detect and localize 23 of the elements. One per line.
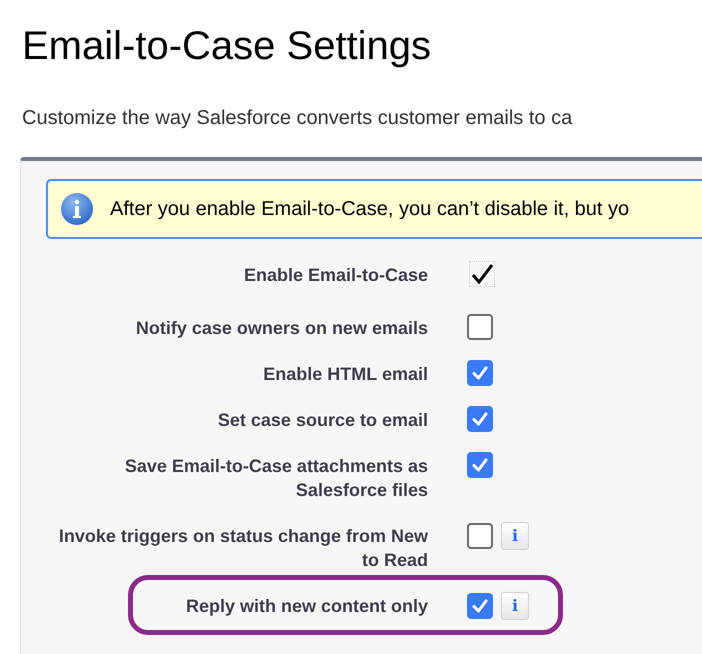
checkbox[interactable] <box>467 360 493 386</box>
info-icon <box>60 192 94 226</box>
page-description: Customize the way Salesforce converts customer emails to ca <box>22 106 572 131</box>
setting-label: Enable Email-to-Case <box>242 264 428 287</box>
check-icon <box>471 364 489 382</box>
setting-label: Set case source to email <box>216 409 428 432</box>
setting-label: Save Email-to-Case attachments as Salesforce files <box>124 455 428 502</box>
setting-label: Reply with new content only <box>184 595 428 618</box>
setting-label: Enable HTML email <box>262 363 428 386</box>
check-icon <box>471 410 489 428</box>
checkbox[interactable] <box>467 523 493 549</box>
checkbox[interactable] <box>467 452 493 478</box>
info-button[interactable]: i <box>501 522 529 550</box>
checkbox[interactable] <box>467 406 493 432</box>
check-icon <box>471 456 489 474</box>
setting-label: Notify case owners on new emails <box>134 317 428 340</box>
page-title: Email-to-Case Settings <box>22 23 432 70</box>
checkbox[interactable] <box>467 593 493 619</box>
setting-label: Invoke triggers on status change from New to Read <box>58 525 428 572</box>
checkbox[interactable] <box>467 314 493 340</box>
info-message: After you enable Email-to-Case, you can’t disable it, but yo <box>110 197 630 222</box>
check-icon <box>471 597 489 615</box>
info-button[interactable]: i <box>501 592 529 620</box>
